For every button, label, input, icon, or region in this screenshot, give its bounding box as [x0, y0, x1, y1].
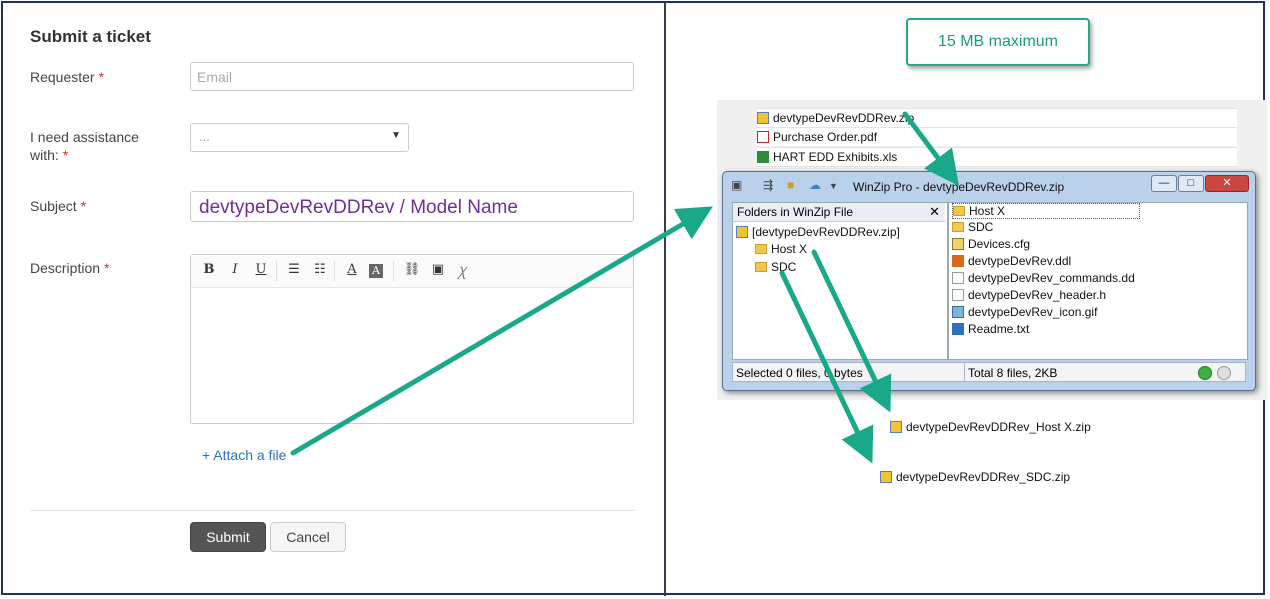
winzip-title: WinZip Pro - devtypeDevRevDDRev.zip: [853, 180, 1065, 194]
status-selected: Selected 0 files, 0 bytes: [736, 366, 863, 380]
required-mark: *: [80, 198, 87, 214]
status-green-icon: [1198, 366, 1212, 380]
explorer-file-row[interactable]: devtypeDevRevDDRev.zip: [757, 108, 1237, 127]
cancel-button[interactable]: Cancel: [270, 522, 346, 552]
folder-icon: [952, 222, 964, 232]
required-mark: *: [104, 260, 110, 276]
zip-file-icon: [890, 421, 902, 433]
background-color-button[interactable]: A: [369, 264, 383, 278]
subject-input[interactable]: devtypeDevRevDDRev / Model Name: [190, 191, 634, 222]
submit-button[interactable]: Submit: [190, 522, 266, 552]
form-divider: [30, 510, 635, 511]
config-file-icon: [952, 238, 964, 250]
pdf-file-icon: [757, 131, 769, 143]
folder-icon: [755, 262, 767, 272]
clear-format-icon[interactable]: Ꭓ: [453, 262, 471, 280]
output-zip-file[interactable]: devtypeDevRevDDRev_Host X.zip: [890, 420, 1091, 434]
file-list-item[interactable]: Readme.txt: [952, 322, 1029, 336]
toolbar-separator: [334, 261, 335, 281]
winzip-app-icon: ▣: [731, 178, 743, 192]
explorer-file-name: Purchase Order.pdf: [773, 130, 878, 144]
link-icon[interactable]: ⛓: [403, 262, 421, 277]
document-file-icon: [952, 289, 964, 301]
folder-icon: [755, 244, 767, 254]
status-total: Total 8 files, 2KB: [968, 366, 1058, 380]
close-button[interactable]: ✕: [1205, 175, 1249, 192]
bullet-list-icon[interactable]: ☰: [285, 262, 303, 277]
extract-icon[interactable]: ⇶: [763, 178, 773, 192]
description-label: Description *: [30, 260, 110, 276]
toolbar-separator: [393, 261, 394, 281]
status-grey-icon: [1217, 366, 1231, 380]
file-list-item[interactable]: Devices.cfg: [952, 237, 1030, 251]
file-list-item[interactable]: SDC: [952, 220, 993, 234]
italic-button[interactable]: I: [226, 262, 244, 277]
underline-button[interactable]: U: [252, 262, 270, 277]
subject-value: devtypeDevRevDDRev / Model Name: [199, 197, 518, 218]
folder-icon: [953, 206, 965, 216]
file-list-item[interactable]: Host X: [952, 203, 1140, 219]
file-list-pane: Host X SDC Devices.cfg devtypeDevRev.ddl…: [948, 202, 1248, 360]
image-icon[interactable]: ▣: [429, 262, 447, 277]
folder-pane-header: Folders in WinZip File ✕: [733, 203, 945, 222]
close-pane-icon[interactable]: ✕: [929, 204, 940, 220]
assistance-label: I need assistance with: *: [30, 129, 139, 163]
cloud-icon[interactable]: ☁: [809, 178, 821, 192]
panel-divider: [664, 2, 666, 596]
file-list-item[interactable]: devtypeDevRev_header.h: [952, 288, 1106, 302]
file-list-item[interactable]: devtypeDevRev_commands.dd: [952, 271, 1135, 285]
required-mark: *: [62, 147, 69, 163]
open-folder-icon[interactable]: ■: [787, 178, 794, 192]
font-color-button[interactable]: A: [343, 262, 361, 277]
bold-button[interactable]: B: [200, 262, 218, 277]
zip-file-icon: [736, 226, 748, 238]
excel-file-icon: [757, 151, 769, 163]
dd-file-icon: [952, 255, 964, 267]
image-file-icon: [952, 306, 964, 318]
maximize-button[interactable]: □: [1178, 175, 1204, 192]
requester-label: Requester *: [30, 69, 105, 85]
winzip-window: ▣ ⇶ ■ ☁ ▼ WinZip Pro - devtypeDevRevDDRe…: [722, 171, 1256, 391]
toolbar-separator: [276, 261, 277, 281]
size-limit-note: 15 MB maximum: [906, 18, 1090, 66]
explorer-file-row[interactable]: Purchase Order.pdf: [757, 127, 1237, 146]
attach-file-link[interactable]: + Attach a file: [202, 447, 286, 463]
folder-tree-pane: Folders in WinZip File ✕ [devtypeDevRevDD…: [732, 202, 948, 360]
tree-folder-item[interactable]: SDC: [755, 260, 796, 274]
numbered-list-icon[interactable]: ☷: [311, 262, 329, 277]
file-list-item[interactable]: devtypeDevRev_icon.gif: [952, 305, 1097, 319]
description-editor[interactable]: B I U ☰ ☷ A A ⛓ ▣ Ꭓ: [190, 254, 634, 424]
requester-email-input[interactable]: Email: [190, 62, 634, 91]
subject-label: Subject *: [30, 198, 87, 214]
explorer-file-name: HART EDD Exhibits.xls: [773, 150, 898, 164]
assistance-value: ...: [199, 129, 210, 144]
text-file-icon: [952, 323, 964, 335]
tree-root-item[interactable]: [devtypeDevRevDDRev.zip]: [736, 225, 900, 239]
required-mark: *: [98, 69, 105, 85]
document-file-icon: [952, 272, 964, 284]
explorer-file-row[interactable]: HART EDD Exhibits.xls: [757, 147, 1237, 167]
dropdown-caret-icon: ▼: [391, 130, 401, 141]
toolbar-dropdown-icon[interactable]: ▼: [829, 181, 838, 191]
zip-file-icon: [757, 112, 769, 124]
zip-file-icon: [880, 471, 892, 483]
file-list-item[interactable]: devtypeDevRev.ddl: [952, 254, 1071, 268]
tree-folder-item[interactable]: Host X: [755, 242, 807, 256]
winzip-status-bar: Selected 0 files, 0 bytes Total 8 files,…: [732, 362, 1246, 382]
ticket-form: Submit a ticket Requester * Email I need …: [0, 0, 664, 599]
explorer-file-name: devtypeDevRevDDRev.zip: [773, 111, 915, 125]
output-zip-file[interactable]: devtypeDevRevDDRev_SDC.zip: [880, 470, 1070, 484]
assistance-select[interactable]: ... ▼: [190, 123, 409, 152]
minimize-button[interactable]: —: [1151, 175, 1177, 192]
status-separator: [964, 363, 965, 381]
form-title: Submit a ticket: [30, 27, 151, 46]
editor-toolbar: B I U ☰ ☷ A A ⛓ ▣ Ꭓ: [191, 255, 633, 288]
requester-placeholder: Email: [197, 69, 233, 85]
